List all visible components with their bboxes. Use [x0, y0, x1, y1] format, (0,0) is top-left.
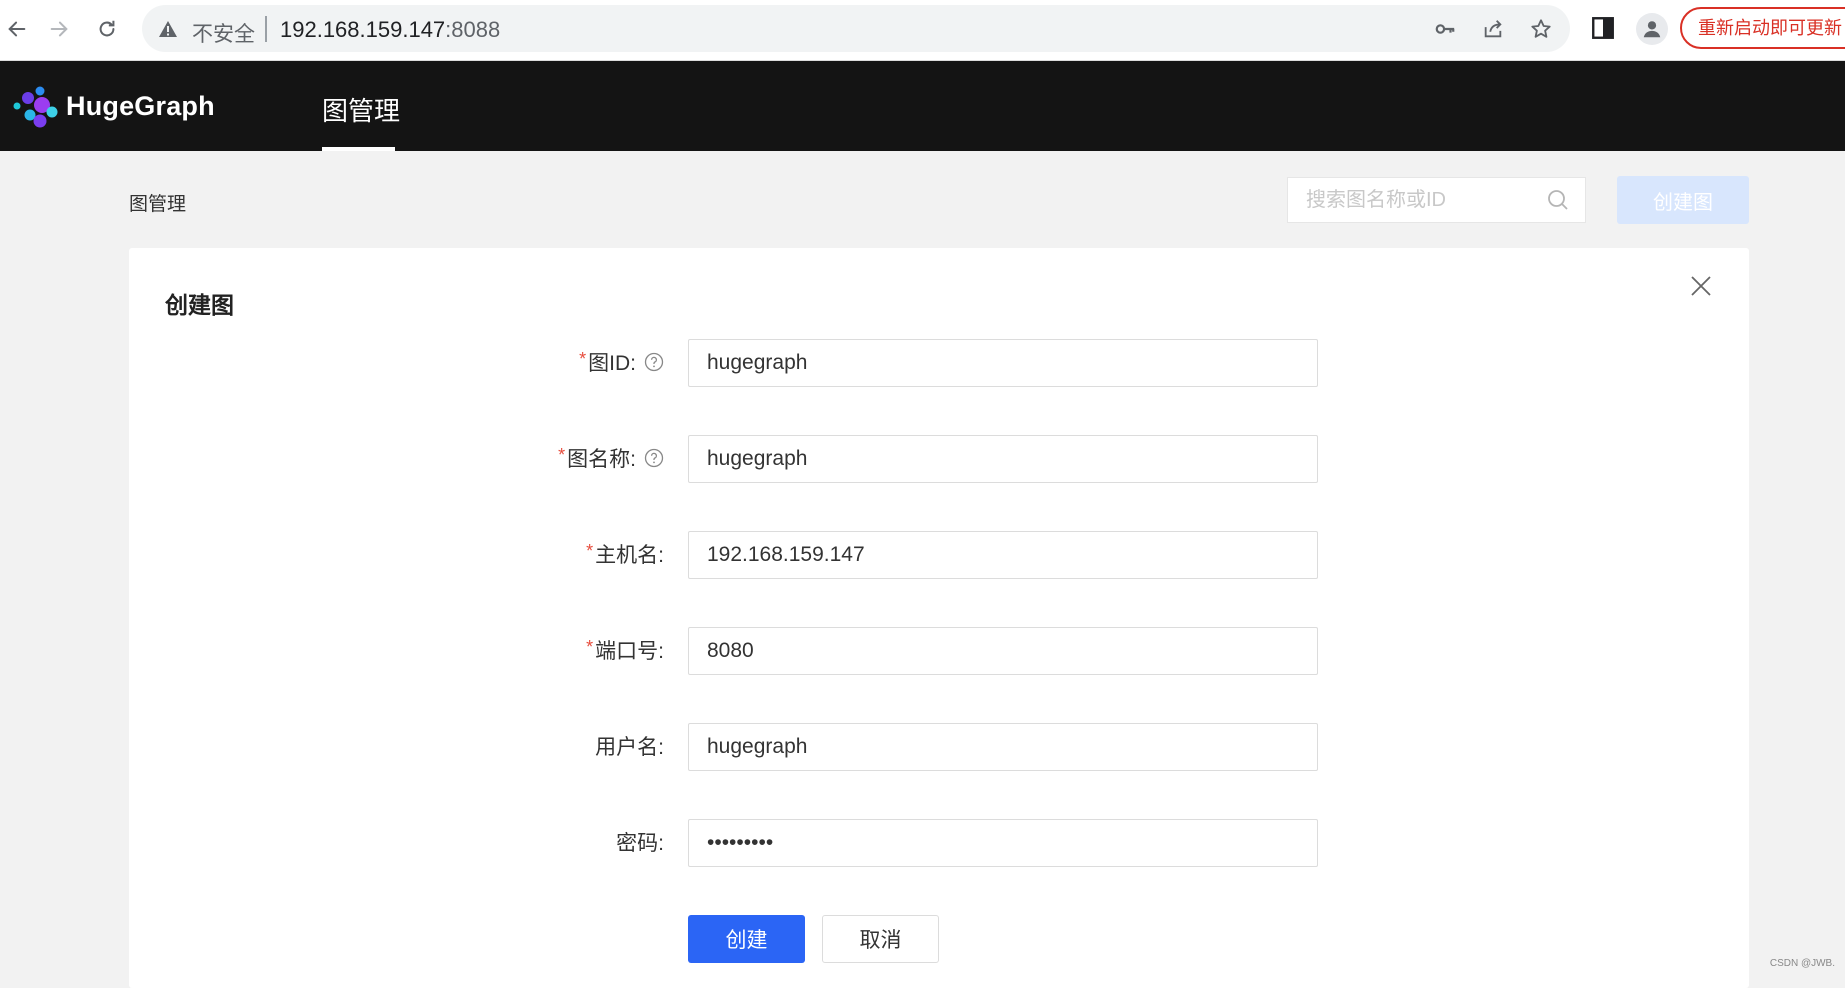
field-label: * 图ID:	[579, 347, 664, 377]
form-row-port: * 端口号:	[129, 627, 1749, 675]
person-icon	[1643, 21, 1661, 38]
field-label: * 端口号:	[586, 635, 664, 665]
update-button[interactable]: 重新启动即可更新	[1680, 7, 1845, 49]
field-label-text: 图ID:	[588, 352, 636, 375]
key-icon[interactable]	[1434, 18, 1456, 40]
brand-name: HugeGraph	[66, 91, 215, 121]
panel-title: 创建图	[165, 292, 234, 318]
password-input[interactable]	[688, 819, 1318, 867]
breadcrumb[interactable]: 图管理	[129, 189, 186, 216]
cancel-button[interactable]: 取消	[822, 915, 939, 963]
reload-icon	[99, 20, 115, 37]
address-separator	[265, 16, 267, 42]
graph-id-input[interactable]	[688, 339, 1318, 387]
warning-icon	[159, 21, 177, 37]
url-host: 192.168.159.147	[280, 17, 446, 42]
nav-active-indicator	[322, 147, 395, 151]
profile-avatar[interactable]	[1636, 13, 1668, 45]
url-text: 192.168.159.147:8088	[280, 17, 500, 43]
close-icon[interactable]	[1689, 274, 1713, 298]
star-icon[interactable]	[1530, 18, 1552, 40]
search-icon[interactable]	[1546, 188, 1570, 212]
form-row-password: 密码:	[129, 819, 1749, 867]
nav-item-graph-management[interactable]: 图管理	[322, 91, 400, 128]
help-icon[interactable]	[644, 352, 664, 372]
search-box	[1287, 177, 1586, 223]
form-row-username: 用户名:	[129, 723, 1749, 771]
field-label: * 图名称:	[558, 443, 664, 473]
arrow-left-icon	[8, 21, 26, 37]
watermark: CSDN @JWB.	[1769, 958, 1835, 969]
field-label: 用户名:	[595, 731, 664, 761]
search-input[interactable]	[1306, 178, 1546, 222]
submit-create-button[interactable]: 创建	[688, 915, 805, 963]
form-row-graph-name: * 图名称:	[129, 435, 1749, 483]
port-input[interactable]	[688, 627, 1318, 675]
create-graph-button[interactable]: 创建图	[1617, 176, 1749, 224]
username-input[interactable]	[688, 723, 1318, 771]
url-port: :8088	[445, 17, 501, 42]
insecure-label: 不安全	[192, 23, 255, 46]
address-bar[interactable]: 不安全 192.168.159.147:8088	[142, 5, 1570, 52]
field-label-text: 端口号:	[595, 640, 664, 663]
hugegraph-logo-icon	[13, 86, 58, 128]
side-panel-icon[interactable]	[1590, 15, 1616, 41]
create-graph-panel: 创建图 * 图ID: * 图名称: * 主机名: * 端口号:	[129, 248, 1749, 988]
field-label: * 主机名:	[586, 539, 664, 569]
field-label-text: 密码:	[616, 832, 664, 855]
field-label: 密码:	[616, 827, 664, 857]
arrow-right-icon	[50, 21, 68, 37]
field-label-text: 图名称:	[567, 448, 636, 471]
field-label-text: 主机名:	[595, 544, 664, 567]
reload-button[interactable]	[90, 12, 124, 46]
browser-toolbar: 不安全 192.168.159.147:8088 重新启动即可更新	[0, 0, 1845, 61]
back-button[interactable]	[0, 12, 34, 46]
required-mark: *	[558, 444, 566, 465]
required-mark: *	[586, 636, 594, 657]
form-row-graph-id: * 图ID:	[129, 339, 1749, 387]
required-mark: *	[579, 348, 587, 369]
app-header: HugeGraph 图管理	[0, 61, 1845, 151]
help-icon[interactable]	[644, 448, 664, 468]
forward-button[interactable]	[42, 12, 76, 46]
required-mark: *	[586, 540, 594, 561]
form-row-host: * 主机名:	[129, 531, 1749, 579]
graph-name-input[interactable]	[688, 435, 1318, 483]
share-icon[interactable]	[1482, 18, 1504, 40]
host-input[interactable]	[688, 531, 1318, 579]
field-label-text: 用户名:	[595, 736, 664, 759]
